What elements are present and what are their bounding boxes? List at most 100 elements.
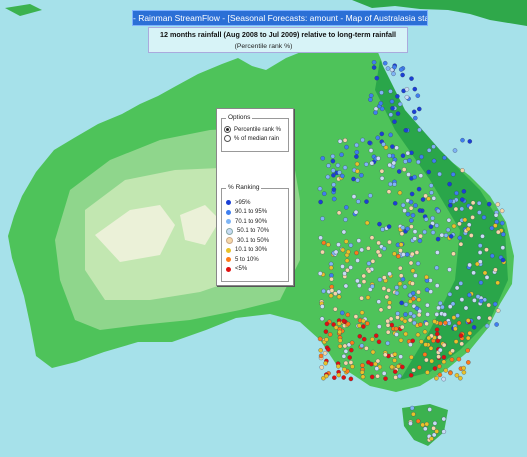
station-marker[interactable] bbox=[343, 239, 349, 244]
station-marker[interactable] bbox=[500, 220, 505, 226]
station-marker[interactable] bbox=[341, 229, 347, 235]
station-marker[interactable] bbox=[386, 305, 392, 310]
station-marker[interactable] bbox=[414, 306, 420, 311]
station-marker[interactable] bbox=[448, 198, 453, 204]
station-marker[interactable] bbox=[344, 258, 350, 263]
station-marker[interactable] bbox=[401, 252, 406, 257]
option-percentile-rank[interactable]: Percentile rank % bbox=[224, 125, 288, 134]
station-marker[interactable] bbox=[429, 190, 434, 195]
station-marker[interactable] bbox=[360, 137, 365, 143]
station-marker[interactable] bbox=[343, 283, 349, 289]
station-marker[interactable] bbox=[345, 267, 350, 273]
station-marker[interactable] bbox=[465, 226, 471, 232]
station-marker[interactable] bbox=[377, 277, 383, 282]
station-marker[interactable] bbox=[411, 411, 416, 417]
station-marker[interactable] bbox=[420, 422, 425, 428]
station-marker[interactable] bbox=[422, 352, 428, 357]
station-marker[interactable] bbox=[408, 260, 414, 266]
station-marker[interactable] bbox=[437, 364, 442, 369]
station-marker[interactable] bbox=[409, 218, 414, 223]
station-marker[interactable] bbox=[407, 317, 413, 323]
station-marker[interactable] bbox=[332, 375, 337, 380]
station-marker[interactable] bbox=[398, 273, 404, 278]
station-marker[interactable] bbox=[336, 372, 342, 378]
station-marker[interactable] bbox=[375, 358, 381, 364]
station-marker[interactable] bbox=[432, 366, 438, 371]
station-marker[interactable] bbox=[342, 343, 348, 349]
station-marker[interactable] bbox=[398, 242, 404, 247]
station-marker[interactable] bbox=[340, 247, 346, 253]
option-percent-median[interactable]: % of median rain bbox=[224, 134, 288, 143]
station-marker[interactable] bbox=[392, 182, 397, 187]
station-marker[interactable] bbox=[400, 202, 406, 208]
station-marker[interactable] bbox=[318, 348, 323, 353]
station-marker[interactable] bbox=[410, 251, 415, 257]
station-marker[interactable] bbox=[477, 243, 483, 248]
station-marker[interactable] bbox=[405, 150, 411, 156]
station-marker[interactable] bbox=[361, 318, 366, 324]
station-marker[interactable] bbox=[322, 191, 327, 196]
station-marker[interactable] bbox=[389, 99, 395, 104]
station-marker[interactable] bbox=[385, 340, 390, 346]
station-marker[interactable] bbox=[446, 321, 452, 326]
station-marker[interactable] bbox=[500, 245, 506, 250]
station-marker[interactable] bbox=[337, 329, 342, 335]
station-marker[interactable] bbox=[367, 140, 372, 146]
station-marker[interactable] bbox=[342, 271, 347, 276]
station-marker[interactable] bbox=[387, 271, 392, 277]
station-marker[interactable] bbox=[415, 418, 421, 424]
station-marker[interactable] bbox=[386, 189, 392, 194]
station-marker[interactable] bbox=[376, 156, 381, 161]
station-marker[interactable] bbox=[388, 181, 393, 187]
station-marker[interactable] bbox=[390, 144, 395, 149]
station-marker[interactable] bbox=[368, 148, 374, 153]
station-marker[interactable] bbox=[337, 338, 343, 343]
station-marker[interactable] bbox=[379, 168, 385, 174]
station-marker[interactable] bbox=[449, 357, 455, 362]
station-marker[interactable] bbox=[395, 315, 400, 320]
station-marker[interactable] bbox=[389, 364, 395, 370]
station-marker[interactable] bbox=[354, 149, 360, 155]
station-marker[interactable] bbox=[486, 302, 491, 308]
station-marker[interactable] bbox=[460, 197, 465, 202]
station-marker[interactable] bbox=[408, 205, 414, 211]
station-marker[interactable] bbox=[420, 197, 426, 202]
station-marker[interactable] bbox=[400, 225, 406, 230]
station-marker[interactable] bbox=[320, 156, 325, 161]
station-marker[interactable] bbox=[365, 321, 370, 326]
station-marker[interactable] bbox=[416, 159, 421, 165]
station-marker[interactable] bbox=[403, 159, 408, 164]
station-marker[interactable] bbox=[438, 347, 443, 353]
station-marker[interactable] bbox=[411, 109, 417, 115]
station-marker[interactable] bbox=[383, 145, 389, 150]
station-marker[interactable] bbox=[403, 331, 408, 337]
station-marker[interactable] bbox=[431, 426, 436, 431]
station-marker[interactable] bbox=[326, 163, 331, 168]
station-marker[interactable] bbox=[376, 299, 382, 304]
station-marker[interactable] bbox=[471, 325, 477, 330]
station-marker[interactable] bbox=[400, 364, 405, 370]
station-marker[interactable] bbox=[398, 248, 403, 253]
station-marker[interactable] bbox=[333, 306, 338, 312]
station-marker[interactable] bbox=[408, 199, 414, 205]
station-marker[interactable] bbox=[417, 208, 423, 213]
station-marker[interactable] bbox=[410, 268, 416, 273]
station-marker[interactable] bbox=[376, 240, 381, 246]
station-marker[interactable] bbox=[317, 336, 323, 342]
station-marker[interactable] bbox=[388, 132, 393, 138]
station-marker[interactable] bbox=[398, 67, 404, 72]
station-marker[interactable] bbox=[369, 160, 375, 166]
station-marker[interactable] bbox=[336, 294, 342, 300]
station-marker[interactable] bbox=[381, 371, 387, 376]
station-marker[interactable] bbox=[331, 196, 337, 202]
station-marker[interactable] bbox=[489, 225, 495, 231]
station-marker[interactable] bbox=[336, 210, 342, 216]
station-marker[interactable] bbox=[326, 347, 331, 352]
station-marker[interactable] bbox=[343, 217, 348, 222]
station-marker[interactable] bbox=[330, 168, 336, 173]
station-marker[interactable] bbox=[379, 176, 385, 181]
station-marker[interactable] bbox=[366, 268, 372, 274]
station-marker[interactable] bbox=[337, 170, 342, 175]
station-marker[interactable] bbox=[401, 167, 407, 172]
station-marker[interactable] bbox=[344, 205, 349, 210]
